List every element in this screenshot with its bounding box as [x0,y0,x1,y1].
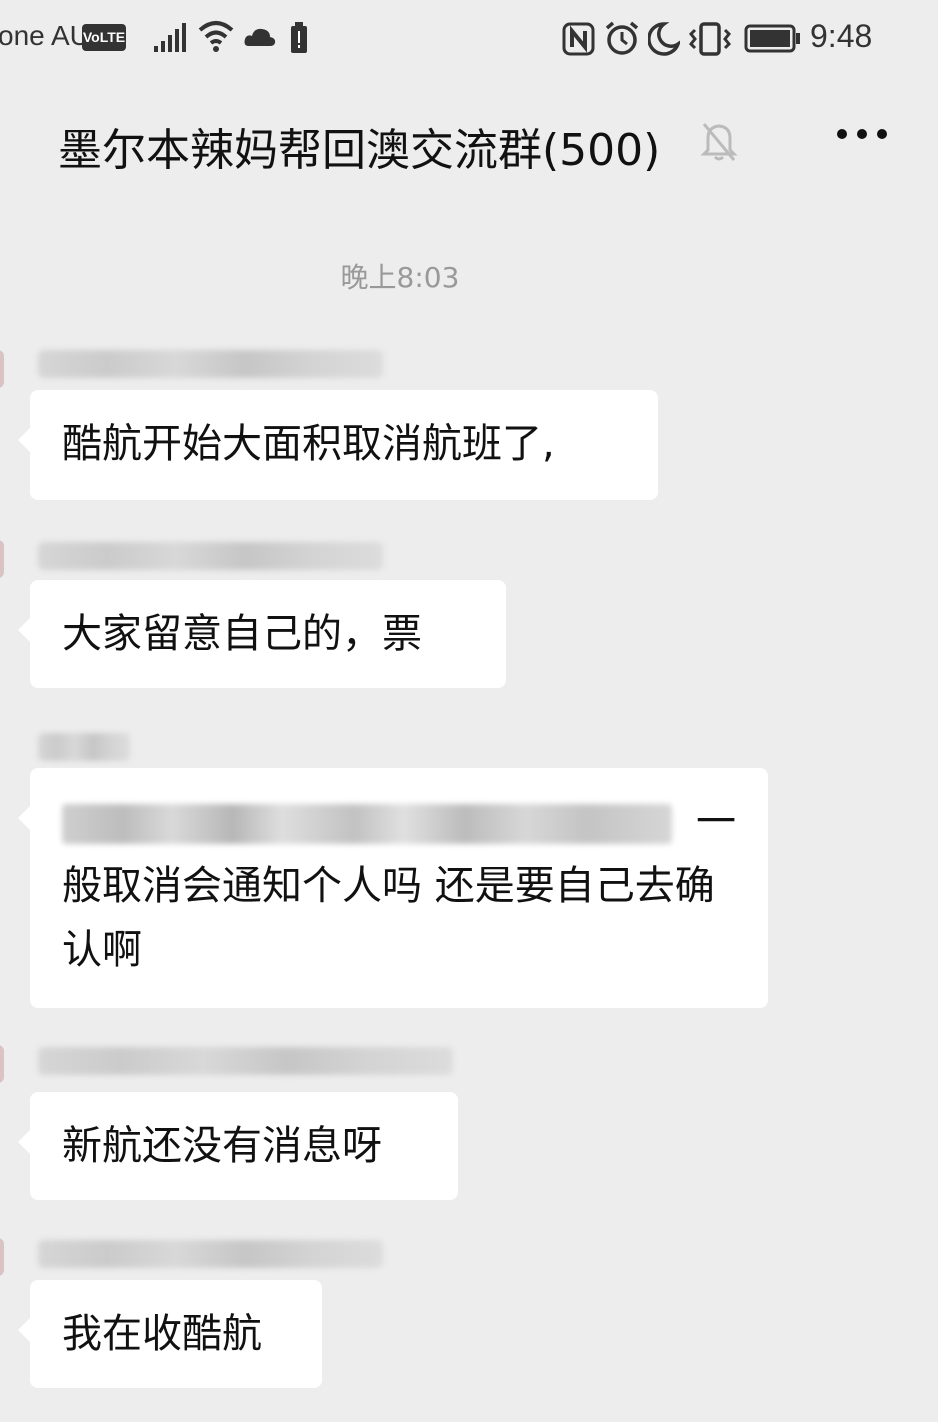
battery-icon [744,24,800,53]
message-bubble[interactable]: 新航还没有消息呀 [18,1092,458,1200]
avatar[interactable] [0,1238,4,1276]
message-text: 一 [696,799,736,845]
sender-name [38,542,383,570]
redacted-text [62,804,672,844]
message-text: 大家留意自己的，票 [62,611,422,657]
message-bubble[interactable]: 我在收酷航 [18,1280,322,1388]
message-bubble[interactable]: 一 般取消会通知个人吗 还是要自己去确认啊 [18,768,768,1008]
mute-bell-icon [700,123,738,161]
message-text: 我在收酷航 [62,1311,262,1357]
carrier-label: one AU [0,20,90,51]
battery-alert-icon [291,22,307,53]
do-not-disturb-icon [648,22,680,56]
cloud-icon [244,28,276,46]
sender-name [38,1240,383,1268]
volte-badge: VoLTE [82,24,126,51]
status-bar: one AU VoLTE 9:48 [0,0,938,78]
message-timestamp: 晚上8:03 [340,261,460,294]
message-text: 酷航开始大面积取消航班了, [62,421,555,467]
message-text: 般取消会通知个人吗 还是要自己去确认啊 [62,863,715,973]
alarm-icon [605,21,639,55]
sender-name [38,350,383,378]
wifi-icon [198,21,234,52]
more-icon[interactable] [835,124,889,144]
message-bubble[interactable]: 酷航开始大面积取消航班了, [18,390,658,500]
chat-header: 墨尔本辣妈帮回澳交流群(500) [0,100,938,190]
chat-title: 墨尔本辣妈帮回澳交流群(500) [58,125,661,176]
vibrate-icon [688,22,732,56]
nfc-icon [562,22,595,56]
avatar[interactable] [0,1045,4,1083]
message-bubble[interactable]: 大家留意自己的，票 [18,580,506,688]
clock: 9:48 [810,18,873,54]
avatar[interactable] [0,350,4,388]
message-text: 新航还没有消息呀 [62,1123,382,1169]
sender-name [38,1047,453,1075]
avatar[interactable] [0,540,4,578]
sender-name [38,733,130,761]
signal-icon [154,23,186,52]
